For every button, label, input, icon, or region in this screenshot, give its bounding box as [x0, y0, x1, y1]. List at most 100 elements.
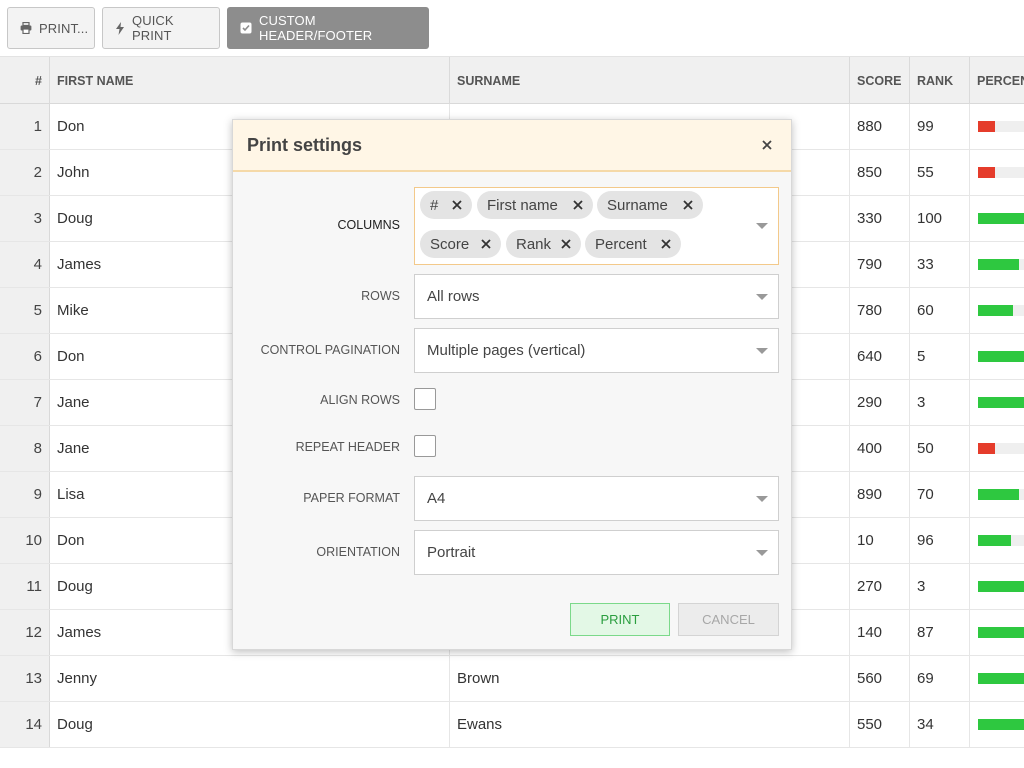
row-index[interactable]: 2	[0, 150, 50, 195]
cell-percent[interactable]	[970, 242, 1024, 287]
orientation-select[interactable]: Portrait	[414, 530, 779, 575]
row-index[interactable]: 4	[0, 242, 50, 287]
row-index[interactable]: 3	[0, 196, 50, 241]
columns-multiselect[interactable]: # First name Surname Score Rank Percent	[414, 187, 779, 265]
cell-first-name[interactable]: Doug	[50, 702, 450, 747]
cell-rank[interactable]: 34	[910, 702, 970, 747]
cell-percent[interactable]	[970, 196, 1024, 241]
cell-percent[interactable]	[970, 656, 1024, 701]
row-index[interactable]: 9	[0, 472, 50, 517]
cell-surname[interactable]: Ewans	[450, 702, 850, 747]
cell-score[interactable]: 400	[850, 426, 910, 471]
column-tag[interactable]: Score	[420, 230, 501, 258]
row-index[interactable]: 12	[0, 610, 50, 655]
row-index[interactable]: 13	[0, 656, 50, 701]
percent-bar-fill	[978, 627, 1024, 638]
repeat-header-checkbox[interactable]	[414, 435, 436, 457]
percent-bar-track	[978, 673, 1024, 684]
quick-print-button[interactable]: QUICK PRINT	[102, 7, 220, 49]
cell-score[interactable]: 270	[850, 564, 910, 609]
row-index[interactable]: 10	[0, 518, 50, 563]
cell-rank[interactable]: 50	[910, 426, 970, 471]
cell-rank[interactable]: 96	[910, 518, 970, 563]
control-pagination-select[interactable]: Multiple pages (vertical)	[414, 328, 779, 373]
cell-rank[interactable]: 99	[910, 104, 970, 149]
rows-select[interactable]: All rows	[414, 274, 779, 319]
row-index[interactable]: 11	[0, 564, 50, 609]
cell-percent[interactable]	[970, 610, 1024, 655]
remove-tag-icon[interactable]	[450, 198, 464, 212]
align-rows-checkbox[interactable]	[414, 388, 436, 410]
cell-rank[interactable]: 55	[910, 150, 970, 195]
cell-score[interactable]: 330	[850, 196, 910, 241]
cell-score[interactable]: 550	[850, 702, 910, 747]
column-tag[interactable]: #	[420, 191, 472, 219]
remove-tag-icon[interactable]	[559, 237, 573, 251]
column-header-index[interactable]: #	[0, 57, 50, 104]
dialog-cancel-button[interactable]: CANCEL	[678, 603, 779, 636]
table-row[interactable]: 13 Jenny Brown 560 69	[0, 656, 1024, 702]
cell-rank[interactable]: 100	[910, 196, 970, 241]
cell-percent[interactable]	[970, 104, 1024, 149]
percent-bar-track	[978, 351, 1024, 362]
cell-score[interactable]: 10	[850, 518, 910, 563]
cell-rank[interactable]: 87	[910, 610, 970, 655]
column-tag[interactable]: Rank	[506, 230, 581, 258]
cell-score[interactable]: 850	[850, 150, 910, 195]
row-index[interactable]: 6	[0, 334, 50, 379]
cell-score[interactable]: 560	[850, 656, 910, 701]
custom-header-footer-button[interactable]: CUSTOM HEADER/FOOTER	[227, 7, 429, 49]
cell-rank[interactable]: 3	[910, 380, 970, 425]
cell-percent[interactable]	[970, 472, 1024, 517]
cell-rank[interactable]: 70	[910, 472, 970, 517]
close-icon[interactable]	[757, 135, 777, 155]
cell-percent[interactable]	[970, 426, 1024, 471]
cell-percent[interactable]	[970, 380, 1024, 425]
remove-tag-icon[interactable]	[571, 198, 585, 212]
remove-tag-icon[interactable]	[659, 237, 673, 251]
cell-first-name[interactable]: Jenny	[50, 656, 450, 701]
column-header-surname[interactable]: SURNAME	[450, 57, 850, 104]
cell-surname[interactable]: Brown	[450, 656, 850, 701]
column-tag[interactable]: First name	[477, 191, 593, 219]
cell-percent[interactable]	[970, 150, 1024, 195]
cell-rank[interactable]: 3	[910, 564, 970, 609]
cell-score[interactable]: 790	[850, 242, 910, 287]
column-tag[interactable]: Percent	[585, 230, 681, 258]
print-button[interactable]: PRINT...	[7, 7, 95, 49]
row-index[interactable]: 7	[0, 380, 50, 425]
column-header-score[interactable]: SCORE	[850, 57, 910, 104]
cell-score[interactable]: 290	[850, 380, 910, 425]
cell-rank[interactable]: 5	[910, 334, 970, 379]
checkbox-checked-icon	[240, 22, 252, 34]
cell-score[interactable]: 880	[850, 104, 910, 149]
column-header-rank[interactable]: RANK	[910, 57, 970, 104]
orientation-value: Portrait	[427, 544, 476, 561]
chevron-down-icon[interactable]	[756, 223, 768, 229]
row-index[interactable]: 8	[0, 426, 50, 471]
cell-rank[interactable]: 33	[910, 242, 970, 287]
cell-score[interactable]: 890	[850, 472, 910, 517]
remove-tag-icon[interactable]	[479, 237, 493, 251]
row-index[interactable]: 1	[0, 104, 50, 149]
cell-score[interactable]: 640	[850, 334, 910, 379]
cell-score[interactable]: 140	[850, 610, 910, 655]
rows-select-value: All rows	[427, 288, 480, 305]
cell-percent[interactable]	[970, 334, 1024, 379]
cell-rank[interactable]: 69	[910, 656, 970, 701]
cell-percent[interactable]	[970, 288, 1024, 333]
remove-tag-icon[interactable]	[681, 198, 695, 212]
cell-percent[interactable]	[970, 702, 1024, 747]
cell-score[interactable]: 780	[850, 288, 910, 333]
column-header-first-name[interactable]: FIRST NAME	[50, 57, 450, 104]
cell-percent[interactable]	[970, 564, 1024, 609]
row-index[interactable]: 14	[0, 702, 50, 747]
row-index[interactable]: 5	[0, 288, 50, 333]
dialog-print-button[interactable]: PRINT	[570, 603, 670, 636]
paper-format-select[interactable]: A4	[414, 476, 779, 521]
column-tag[interactable]: Surname	[597, 191, 703, 219]
column-header-percent[interactable]: PERCEN	[970, 57, 1024, 104]
cell-percent[interactable]	[970, 518, 1024, 563]
cell-rank[interactable]: 60	[910, 288, 970, 333]
table-row[interactable]: 14 Doug Ewans 550 34	[0, 702, 1024, 748]
